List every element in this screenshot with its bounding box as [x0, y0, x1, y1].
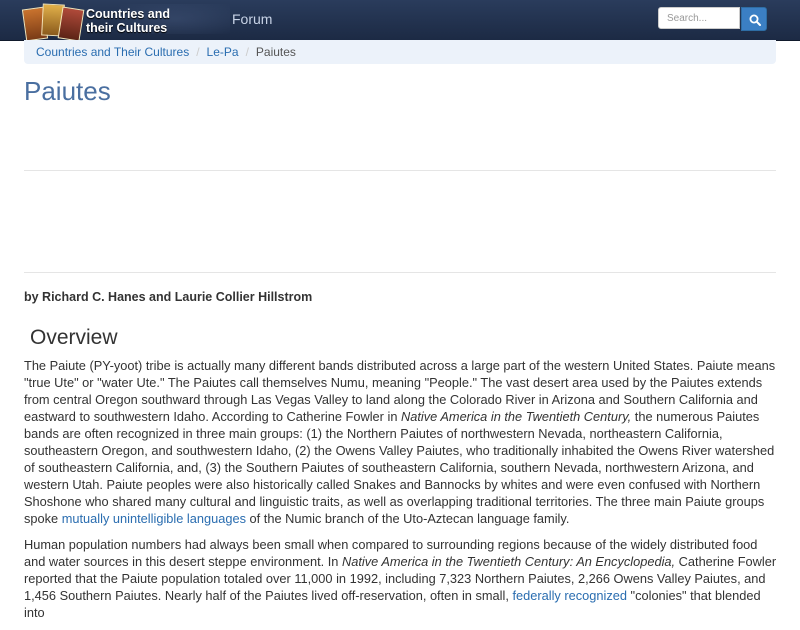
logo-collage-icon — [21, 2, 85, 42]
paragraph: The Paiute (PY-yoot) tribe is actually m… — [24, 357, 780, 527]
divider — [24, 170, 776, 171]
divider — [24, 272, 776, 273]
book-title: Native America in the Twentieth Century:… — [341, 554, 676, 569]
section-heading-overview: Overview — [30, 326, 118, 349]
search-icon — [749, 14, 761, 26]
breadcrumb-separator: / — [196, 44, 200, 59]
site-logo-link[interactable]: Countries and their Cultures — [21, 2, 192, 42]
site-name-line1: Countries and — [86, 7, 171, 21]
top-navbar: Countries and their Cultures Forum — [0, 0, 800, 42]
link-mutually-unintelligible[interactable]: mutually unintelligible languages — [62, 511, 246, 526]
nav-forum-link[interactable]: Forum — [232, 11, 272, 27]
text-run: of the Numic branch of the Uto-Aztecan l… — [245, 511, 570, 526]
page-title: Paiutes — [24, 76, 111, 106]
site-name: Countries and their Cultures — [86, 7, 170, 35]
breadcrumb: Countries and Their Cultures / Le-Pa / P… — [24, 40, 776, 64]
article-body: The Paiute (PY-yoot) tribe is actually m… — [24, 357, 780, 630]
breadcrumb-current: Paiutes — [255, 44, 296, 59]
search-button[interactable] — [741, 7, 767, 31]
author-byline: by Richard C. Hanes and Laurie Collier H… — [24, 290, 313, 304]
breadcrumb-link-countries[interactable]: Countries and Their Cultures — [36, 41, 189, 64]
logo-tile — [57, 6, 85, 42]
site-name-line2: their Cultures — [86, 21, 168, 35]
link-federally-recognized[interactable]: federally recognized — [512, 588, 627, 603]
breadcrumb-separator: / — [245, 44, 249, 59]
breadcrumb-link-le-pa[interactable]: Le-Pa — [207, 41, 239, 64]
search-input[interactable] — [658, 7, 740, 29]
paragraph: Human population numbers had always been… — [24, 536, 780, 621]
book-title: Native America in the Twentieth Century, — [401, 409, 632, 424]
text-run: the numerous Paiutes bands are often rec… — [24, 409, 775, 526]
